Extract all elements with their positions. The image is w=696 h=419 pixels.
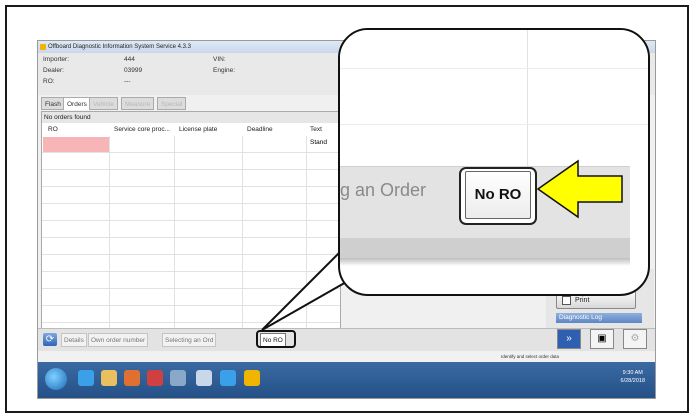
callout-shadow bbox=[340, 258, 630, 266]
callout-gridline bbox=[340, 124, 648, 125]
callout-grid-area bbox=[340, 30, 648, 166]
callout-gridline bbox=[340, 68, 648, 69]
callout-strip bbox=[340, 238, 630, 258]
callout-no-ro-button[interactable]: No RO bbox=[465, 171, 531, 219]
callout-selecting-text: g an Order bbox=[340, 180, 427, 200]
callout-divider bbox=[527, 30, 528, 166]
yellow-arrow-icon bbox=[536, 159, 623, 219]
